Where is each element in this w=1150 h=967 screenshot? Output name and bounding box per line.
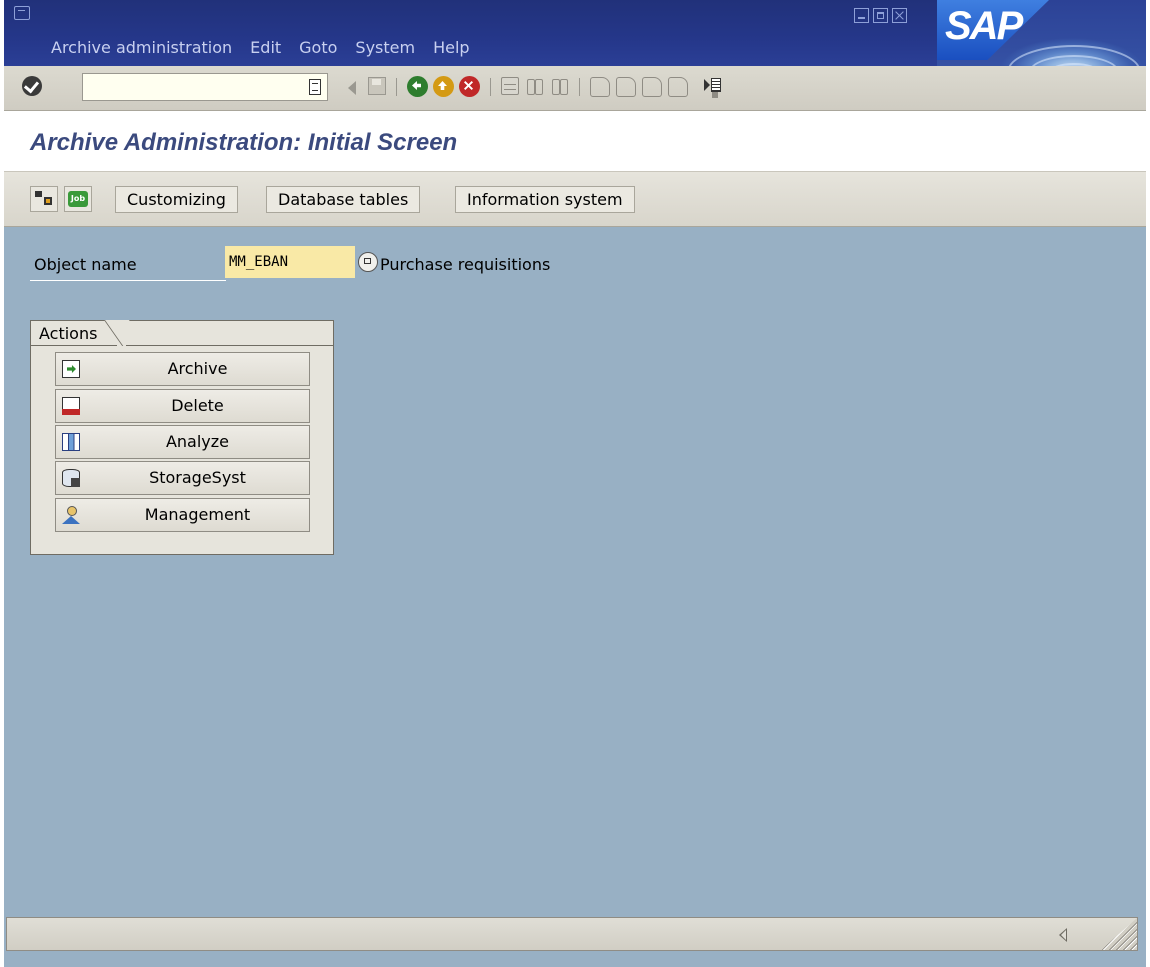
- delete-icon: [62, 397, 80, 415]
- archive-button[interactable]: Archive: [55, 352, 310, 386]
- next-page-icon[interactable]: [642, 77, 662, 97]
- database-tables-button[interactable]: Database tables: [266, 186, 421, 213]
- management-icon: [62, 506, 80, 524]
- last-page-icon[interactable]: [668, 77, 688, 97]
- object-info-icon[interactable]: [358, 252, 378, 272]
- back-arrow-icon[interactable]: [348, 81, 356, 95]
- storage-system-button[interactable]: StorageSyst: [55, 461, 310, 495]
- first-page-icon[interactable]: [590, 77, 610, 97]
- storage-system-icon: [62, 469, 80, 487]
- menu-help[interactable]: Help: [433, 38, 469, 57]
- delete-button-label: Delete: [171, 396, 224, 415]
- job-icon[interactable]: [64, 186, 92, 212]
- exit-icon[interactable]: [433, 76, 454, 97]
- object-name-input[interactable]: [225, 246, 355, 278]
- group-border: [126, 345, 333, 346]
- toolbar-separator: [490, 78, 491, 96]
- status-bar: [6, 917, 1138, 951]
- enter-icon[interactable]: [22, 76, 42, 96]
- minimize-icon[interactable]: [854, 8, 869, 23]
- back-icon[interactable]: [407, 76, 428, 97]
- title-area: Archive Administration: Initial Screen: [4, 111, 1146, 172]
- menu-archive-administration[interactable]: Archive administration: [51, 38, 232, 57]
- actions-group: Actions Archive Delete Analyze StorageSy…: [30, 320, 334, 555]
- status-collapse-icon[interactable]: [1059, 928, 1067, 942]
- toolbar-separator: [396, 78, 397, 96]
- command-field[interactable]: [82, 73, 328, 101]
- menu-system[interactable]: System: [355, 38, 415, 57]
- storage-system-button-label: StorageSyst: [149, 468, 246, 487]
- customizing-button[interactable]: Customizing: [115, 186, 238, 213]
- management-button[interactable]: Management: [55, 498, 310, 532]
- window-controls: [854, 8, 907, 23]
- information-system-button[interactable]: Information system: [455, 186, 635, 213]
- save-icon[interactable]: [368, 77, 386, 95]
- menu-items: Archive administration Edit Goto System …: [51, 38, 470, 57]
- archive-icon: [62, 360, 80, 378]
- archive-button-label: Archive: [167, 359, 228, 378]
- sap-logo-text: SAP: [945, 4, 1023, 48]
- maximize-icon[interactable]: [873, 8, 888, 23]
- application-toolbar: Customizing Database tables Information …: [4, 172, 1146, 227]
- layout-menu-icon[interactable]: [704, 77, 722, 98]
- object-name-label: Object name: [34, 255, 137, 274]
- print-icon[interactable]: [501, 77, 519, 95]
- field-underline: [30, 280, 226, 281]
- object-description: Purchase requisitions: [380, 255, 551, 274]
- resize-grip-icon[interactable]: [1101, 918, 1137, 950]
- delete-button[interactable]: Delete: [55, 389, 310, 423]
- analyze-icon: [62, 433, 80, 451]
- management-button-label: Management: [144, 505, 251, 524]
- hierarchy-icon[interactable]: [30, 186, 58, 212]
- previous-page-icon[interactable]: [616, 77, 636, 97]
- actions-group-title: Actions: [30, 320, 118, 346]
- window-menu-icon[interactable]: [14, 6, 30, 20]
- main-content: Object name Purchase requisitions Action…: [4, 227, 1146, 967]
- command-history-icon[interactable]: [309, 79, 321, 95]
- sap-window: Archive administration Edit Goto System …: [4, 0, 1146, 967]
- find-next-icon[interactable]: [551, 77, 569, 95]
- toolbar-separator: [579, 78, 580, 96]
- find-icon[interactable]: [526, 77, 544, 95]
- menu-edit[interactable]: Edit: [250, 38, 281, 57]
- close-icon[interactable]: [892, 8, 907, 23]
- cancel-icon[interactable]: [459, 76, 480, 97]
- analyze-button[interactable]: Analyze: [55, 425, 310, 459]
- standard-toolbar: [4, 66, 1146, 111]
- analyze-button-label: Analyze: [165, 432, 230, 451]
- menu-goto[interactable]: Goto: [299, 38, 337, 57]
- page-title: Archive Administration: Initial Screen: [30, 129, 458, 156]
